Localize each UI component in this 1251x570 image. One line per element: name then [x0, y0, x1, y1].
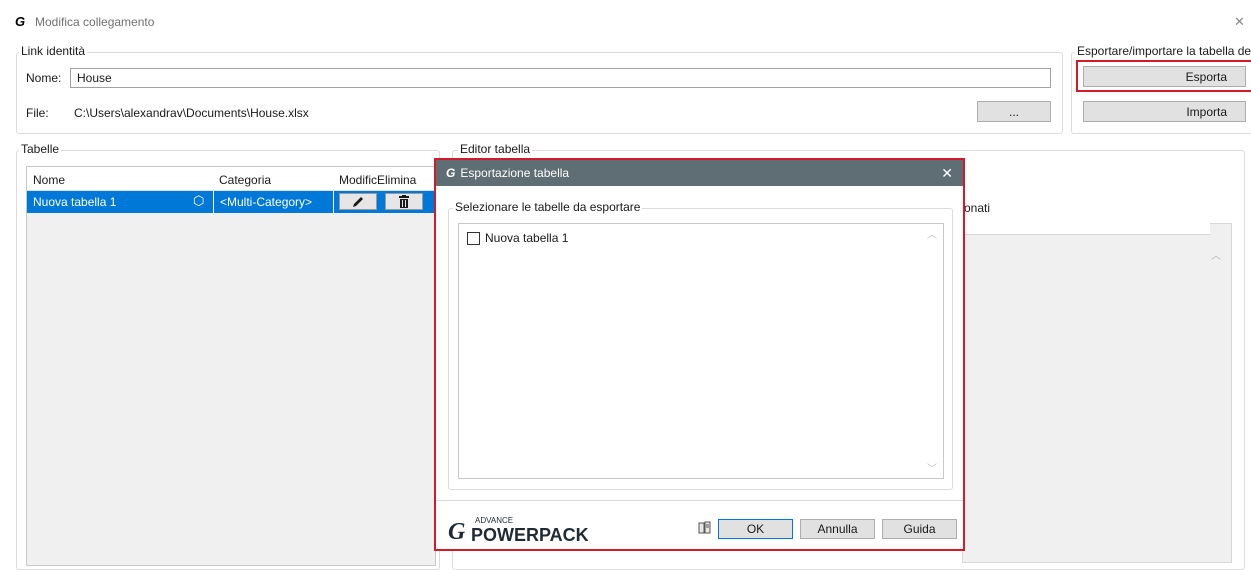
dialog-close-icon[interactable]: ✕ [941, 165, 953, 182]
tables-grid: Nome Categoria Modific Elimina Nuova tab… [26, 166, 436, 566]
delete-button[interactable] [385, 193, 423, 210]
cancel-button[interactable]: Annulla [800, 519, 875, 539]
name-input-value: House [77, 71, 112, 85]
pencil-icon [353, 196, 363, 207]
window-title: Modifica collegamento [35, 15, 155, 29]
table-editor-list [962, 223, 1232, 563]
export-import-legend: Esportare/importare la tabella de [1075, 44, 1251, 58]
chevron-up-icon[interactable]: ︿ [927, 226, 937, 241]
table-row-name: Nuova tabella 1 [33, 195, 117, 209]
table-checkbox-label[interactable]: Nuova tabella 1 [485, 231, 568, 245]
browse-button[interactable]: ... [977, 101, 1051, 122]
export-dialog-title: Esportazione tabella [460, 166, 570, 180]
import-button[interactable]: Importa [1083, 101, 1246, 122]
column-divider [333, 191, 334, 213]
export-dialog-titlebar: G Esportazione tabella ✕ [436, 160, 963, 186]
column-header-categoria[interactable]: Categoria [219, 173, 271, 187]
cube-icon: ⬡ [193, 193, 205, 208]
link-identity-legend: Link identità [19, 44, 88, 58]
edit-button[interactable] [339, 193, 377, 210]
export-table-list: Nuova tabella 1 ︿ ﹀ [458, 223, 944, 479]
brand-big-text: POWERPACK [471, 525, 589, 545]
tables-legend: Tabelle [19, 142, 62, 156]
file-label: File: [26, 106, 49, 120]
export-dialog: G Esportazione tabella ✕ Selezionare le … [434, 158, 965, 551]
tables-grid-header: Nome Categoria Modific Elimina [27, 167, 435, 191]
file-path: C:\Users\alexandrav\Documents\House.xlsx [74, 106, 309, 120]
chevron-down-icon[interactable]: ﹀ [927, 460, 937, 475]
column-header-nome[interactable]: Nome [33, 173, 65, 187]
name-label: Nome: [26, 71, 62, 85]
powerpack-logo: G ADVANCE POWERPACK [448, 515, 589, 547]
dialog-logo-icon: G [446, 166, 456, 180]
table-row[interactable]: Nuova tabella 1 ⬡ <Multi-Category> [27, 191, 435, 213]
powerpack-g-icon: G [448, 519, 466, 545]
column-header-elimina[interactable]: Elimina [377, 173, 416, 187]
table-row-category: <Multi-Category> [220, 195, 313, 209]
chevron-up-icon[interactable]: ︿ [1211, 247, 1221, 262]
app-logo-icon: G [15, 14, 26, 29]
column-divider [213, 191, 214, 213]
table-editor-scroll-top [962, 223, 1210, 235]
export-button[interactable]: Esporta [1083, 66, 1246, 87]
window-titlebar: G Modifica collegamento ✕ [0, 0, 1251, 42]
book-icon[interactable] [696, 520, 714, 536]
trash-icon [399, 195, 409, 208]
link-identity-group [16, 52, 1063, 134]
dialog-footer-divider [436, 500, 963, 501]
ok-button[interactable]: OK [718, 519, 793, 539]
name-input[interactable]: House [70, 68, 1051, 88]
brand-small-text: ADVANCE [475, 516, 514, 525]
help-button[interactable]: Guida [882, 519, 957, 539]
table-editor-partial-label: onati [964, 201, 991, 215]
table-editor-legend: Editor tabella [458, 142, 533, 156]
select-tables-legend: Selezionare le tabelle da esportare [453, 200, 643, 214]
table-checkbox[interactable] [467, 232, 480, 245]
window-close-icon[interactable]: ✕ [1234, 14, 1245, 30]
column-header-modifica[interactable]: Modific [339, 173, 377, 187]
